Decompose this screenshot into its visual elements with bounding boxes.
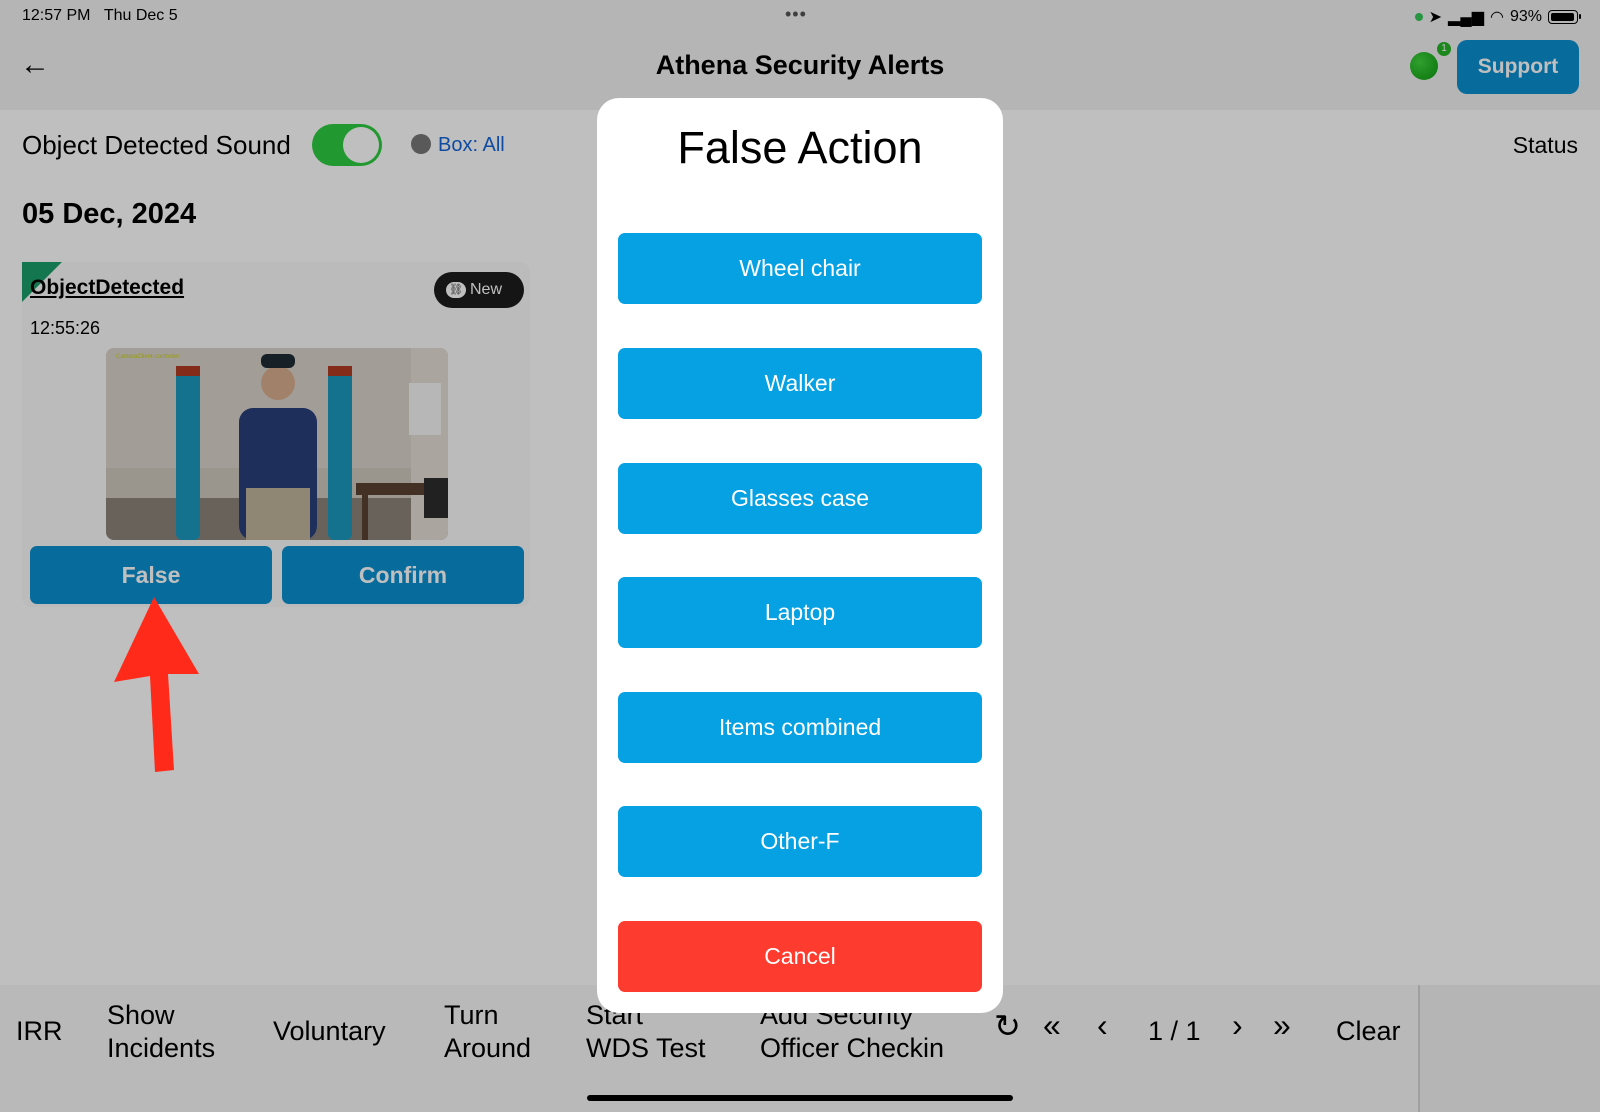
option-glasses-case-button[interactable]: Glasses case [618,463,982,534]
option-wheel-chair-button[interactable]: Wheel chair [618,233,982,304]
cancel-button[interactable]: Cancel [618,921,982,992]
option-walker-button[interactable]: Walker [618,348,982,419]
dialog-title: False Action [677,122,923,173]
false-action-dialog: False Action Wheel chair Walker Glasses … [597,98,1003,1013]
option-other-f-button[interactable]: Other-F [618,806,982,877]
option-laptop-button[interactable]: Laptop [618,577,982,648]
option-items-combined-button[interactable]: Items combined [618,692,982,763]
